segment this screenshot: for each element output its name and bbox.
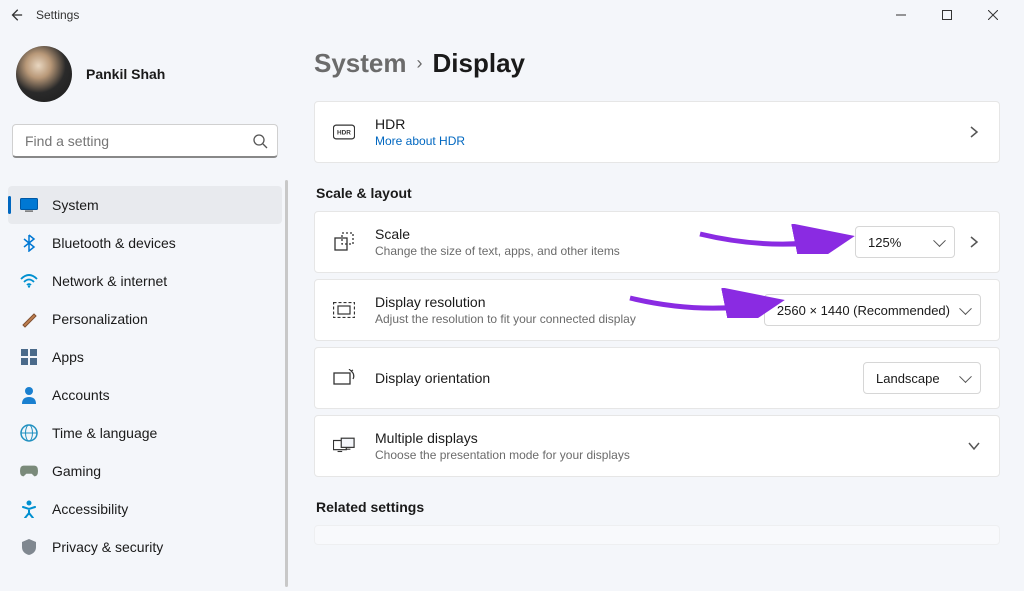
- sidebar-item-gaming[interactable]: Gaming: [8, 452, 282, 490]
- sidebar-item-label: Gaming: [52, 463, 101, 479]
- chevron-right-icon: ›: [417, 53, 423, 74]
- search-icon: [252, 133, 268, 149]
- profile[interactable]: Pankil Shah: [8, 30, 282, 120]
- setting-row-orientation[interactable]: Display orientation Landscape: [314, 347, 1000, 409]
- sidebar-item-bluetooth[interactable]: Bluetooth & devices: [8, 224, 282, 262]
- globe-clock-icon: [20, 424, 38, 442]
- shield-icon: [20, 538, 38, 556]
- sidebar-item-network[interactable]: Network & internet: [8, 262, 282, 300]
- sidebar-item-label: Bluetooth & devices: [52, 235, 176, 251]
- breadcrumb-root[interactable]: System: [314, 48, 407, 79]
- setting-row-multiple-displays[interactable]: Multiple displays Choose the presentatio…: [314, 415, 1000, 477]
- minimize-button[interactable]: [878, 0, 924, 30]
- chevron-right-icon: [967, 235, 981, 249]
- scale-icon: [333, 231, 355, 253]
- setting-title: HDR: [375, 116, 465, 132]
- sidebar-nav: System Bluetooth & devices Network & int…: [8, 186, 282, 566]
- bluetooth-icon: [20, 234, 38, 252]
- main-content: System › Display HDR HDR More about HDR …: [290, 30, 1024, 591]
- annotation-arrow: [625, 288, 785, 318]
- setting-subtitle: Choose the presentation mode for your di…: [375, 448, 630, 462]
- setting-subtitle: Change the size of text, apps, and other…: [375, 244, 620, 258]
- sidebar: Pankil Shah System Bluetooth & devices N…: [0, 30, 290, 591]
- close-button[interactable]: [970, 0, 1016, 30]
- display-icon: [20, 196, 38, 214]
- setting-title: Display orientation: [375, 370, 490, 386]
- title-bar: Settings: [0, 0, 1024, 30]
- resolution-icon: [333, 299, 355, 321]
- sidebar-item-accessibility[interactable]: Accessibility: [8, 490, 282, 528]
- nav-overflow-hint: [8, 168, 282, 182]
- orientation-icon: [333, 367, 355, 389]
- sidebar-item-system[interactable]: System: [8, 186, 282, 224]
- sidebar-item-label: Accessibility: [52, 501, 128, 517]
- avatar: [16, 46, 72, 102]
- sidebar-item-label: Network & internet: [52, 273, 167, 289]
- gamepad-icon: [20, 462, 38, 480]
- multiple-displays-icon: [333, 435, 355, 457]
- sidebar-item-privacy[interactable]: Privacy & security: [8, 528, 282, 566]
- setting-row-placeholder: [314, 525, 1000, 545]
- annotation-arrow: [695, 224, 855, 254]
- page-title: Display: [433, 48, 526, 79]
- section-heading-scale-layout: Scale & layout: [316, 185, 1000, 201]
- profile-name: Pankil Shah: [86, 66, 165, 82]
- person-icon: [20, 386, 38, 404]
- sidebar-item-personalization[interactable]: Personalization: [8, 300, 282, 338]
- sidebar-item-time-language[interactable]: Time & language: [8, 414, 282, 452]
- setting-title: Scale: [375, 226, 620, 242]
- sidebar-item-label: System: [52, 197, 99, 213]
- resolution-dropdown[interactable]: 2560 × 1440 (Recommended): [764, 294, 981, 326]
- sidebar-item-label: Time & language: [52, 425, 157, 441]
- setting-subtitle: Adjust the resolution to fit your connec…: [375, 312, 636, 326]
- apps-icon: [20, 348, 38, 366]
- setting-title: Multiple displays: [375, 430, 630, 446]
- section-heading-related: Related settings: [316, 499, 1000, 515]
- sidebar-item-label: Personalization: [52, 311, 148, 327]
- scale-dropdown[interactable]: 125%: [855, 226, 955, 258]
- chevron-down-icon: [967, 439, 981, 453]
- sidebar-item-accounts[interactable]: Accounts: [8, 376, 282, 414]
- search-input[interactable]: [12, 124, 278, 158]
- hdr-icon: HDR: [333, 121, 355, 143]
- chevron-right-icon: [967, 125, 981, 139]
- setting-row-hdr[interactable]: HDR HDR More about HDR: [314, 101, 1000, 163]
- svg-text:HDR: HDR: [337, 130, 351, 137]
- breadcrumb: System › Display: [314, 48, 1000, 79]
- sidebar-item-apps[interactable]: Apps: [8, 338, 282, 376]
- window-title: Settings: [36, 8, 79, 22]
- sidebar-item-label: Apps: [52, 349, 84, 365]
- sidebar-item-label: Privacy & security: [52, 539, 163, 555]
- orientation-dropdown[interactable]: Landscape: [863, 362, 981, 394]
- wifi-icon: [20, 272, 38, 290]
- setting-row-scale[interactable]: Scale Change the size of text, apps, and…: [314, 211, 1000, 273]
- hdr-more-link[interactable]: More about HDR: [375, 134, 465, 148]
- setting-row-resolution[interactable]: Display resolution Adjust the resolution…: [314, 279, 1000, 341]
- brush-icon: [20, 310, 38, 328]
- setting-title: Display resolution: [375, 294, 636, 310]
- sidebar-item-label: Accounts: [52, 387, 110, 403]
- accessibility-icon: [20, 500, 38, 518]
- maximize-button[interactable]: [924, 0, 970, 30]
- back-button[interactable]: [8, 7, 24, 23]
